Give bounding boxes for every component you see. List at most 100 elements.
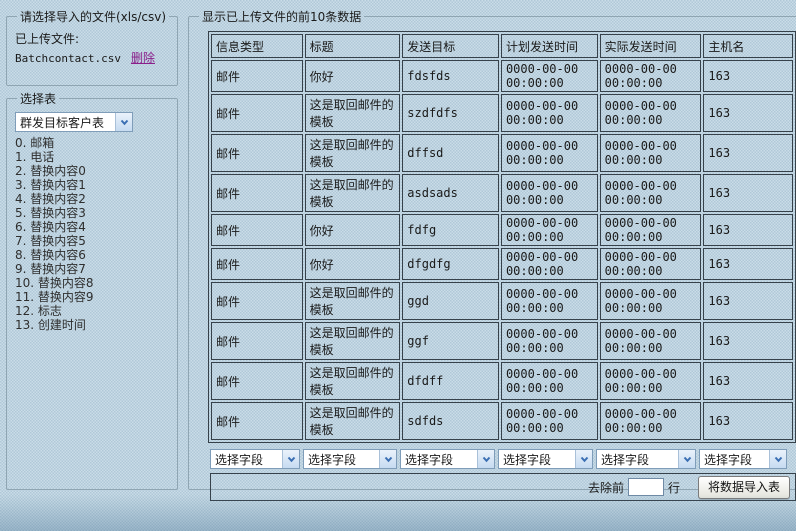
cell-host: 163 xyxy=(703,402,793,440)
cell-planned: 0000-00-00 00:00:00 xyxy=(501,134,598,172)
cell-actual: 0000-00-00 00:00:00 xyxy=(600,134,702,172)
column-header: 发送目标 xyxy=(402,34,499,58)
cell-host: 163 xyxy=(703,94,793,132)
cell-target: dffsd xyxy=(402,134,499,172)
table-row: 邮件这是取回邮件的模板asdsads0000-00-00 00:00:00000… xyxy=(211,174,793,212)
cell-target: szdfdfs xyxy=(402,94,499,132)
cell-planned: 0000-00-00 00:00:00 xyxy=(501,282,598,320)
cell-host: 163 xyxy=(703,322,793,360)
file-upload-fieldset: 请选择导入的文件(xls/csv) 已上传文件: Batchcontact.cs… xyxy=(6,8,178,86)
cell-target: ggf xyxy=(402,322,499,360)
cell-type: 邮件 xyxy=(211,362,303,400)
cell-target: fdsfds xyxy=(402,60,499,92)
remove-rows-input[interactable] xyxy=(628,478,664,496)
field-select-value: 选择字段 xyxy=(704,451,752,468)
cell-actual: 0000-00-00 00:00:00 xyxy=(600,402,702,440)
field-list-item: 5. 替换内容3 xyxy=(15,206,171,220)
table-row: 邮件这是取回邮件的模板dfdff0000-00-00 00:00:000000-… xyxy=(211,362,793,400)
cell-title: 你好 xyxy=(305,214,401,246)
cell-host: 163 xyxy=(703,248,793,280)
import-data-button[interactable]: 将数据导入表 xyxy=(698,476,790,499)
chevron-down-icon xyxy=(575,450,592,468)
table-row: 邮件你好fdsfds0000-00-00 00:00:000000-00-00 … xyxy=(211,60,793,92)
uploaded-file-name: Batchcontact.csv xyxy=(15,52,121,65)
cell-actual: 0000-00-00 00:00:00 xyxy=(600,94,702,132)
field-list-item: 13. 创建时间 xyxy=(15,318,171,332)
field-select[interactable]: 选择字段 xyxy=(596,449,696,469)
field-select-value: 选择字段 xyxy=(215,451,263,468)
cell-title: 这是取回邮件的模板 xyxy=(305,134,401,172)
cell-title: 这是取回邮件的模板 xyxy=(305,282,401,320)
cell-actual: 0000-00-00 00:00:00 xyxy=(600,214,702,246)
target-table-select[interactable]: 群发目标客户表 xyxy=(15,112,133,132)
cell-title: 你好 xyxy=(305,60,401,92)
field-select[interactable]: 选择字段 xyxy=(400,449,495,469)
field-select[interactable]: 选择字段 xyxy=(498,449,593,469)
preview-table: 信息类型标题发送目标计划发送时间实际发送时间主机名 邮件你好fdsfds0000… xyxy=(208,31,796,443)
remove-rows-label-prefix: 去除前 xyxy=(588,479,624,496)
field-list-item: 7. 替换内容5 xyxy=(15,234,171,248)
cell-planned: 0000-00-00 00:00:00 xyxy=(501,214,598,246)
cell-host: 163 xyxy=(703,60,793,92)
cell-title: 这是取回邮件的模板 xyxy=(305,174,401,212)
table-header-row: 信息类型标题发送目标计划发送时间实际发送时间主机名 xyxy=(211,34,793,58)
file-fieldset-legend: 请选择导入的文件(xls/csv) xyxy=(17,8,169,25)
cell-planned: 0000-00-00 00:00:00 xyxy=(501,248,598,280)
table-fieldset-legend: 选择表 xyxy=(17,90,59,107)
cell-actual: 0000-00-00 00:00:00 xyxy=(600,248,702,280)
table-row: 邮件这是取回邮件的模板ggd0000-00-00 00:00:000000-00… xyxy=(211,282,793,320)
target-table-select-value: 群发目标客户表 xyxy=(20,114,104,131)
field-list-item: 1. 电话 xyxy=(15,150,171,164)
cell-planned: 0000-00-00 00:00:00 xyxy=(501,94,598,132)
column-header: 信息类型 xyxy=(211,34,303,58)
table-row: 邮件你好dfgdfg0000-00-00 00:00:000000-00-00 … xyxy=(211,248,793,280)
field-select[interactable]: 选择字段 xyxy=(210,449,300,469)
cell-title: 这是取回邮件的模板 xyxy=(305,362,401,400)
field-list-item: 11. 替换内容9 xyxy=(15,290,171,304)
chevron-down-icon xyxy=(477,450,494,468)
field-list-item: 0. 邮箱 xyxy=(15,136,171,150)
field-index-list: 0. 邮箱1. 电话2. 替换内容03. 替换内容14. 替换内容25. 替换内… xyxy=(15,136,171,332)
field-list-item: 3. 替换内容1 xyxy=(15,178,171,192)
chevron-down-icon xyxy=(115,113,132,131)
cell-target: asdsads xyxy=(402,174,499,212)
cell-actual: 0000-00-00 00:00:00 xyxy=(600,362,702,400)
uploaded-file-label: 已上传文件: xyxy=(15,31,171,47)
preview-fieldset-legend: 显示已上传文件的前10条数据 xyxy=(199,8,364,25)
field-list-item: 9. 替换内容7 xyxy=(15,262,171,276)
field-select-value: 选择字段 xyxy=(405,451,453,468)
cell-type: 邮件 xyxy=(211,402,303,440)
table-row: 邮件这是取回邮件的模板sdfds0000-00-00 00:00:000000-… xyxy=(211,402,793,440)
cell-host: 163 xyxy=(703,214,793,246)
cell-actual: 0000-00-00 00:00:00 xyxy=(600,174,702,212)
column-header: 主机名 xyxy=(703,34,793,58)
field-select[interactable]: 选择字段 xyxy=(699,449,787,469)
remove-rows-label-suffix: 行 xyxy=(668,479,680,496)
delete-file-link[interactable]: 删除 xyxy=(131,51,155,65)
field-list-item: 6. 替换内容4 xyxy=(15,220,171,234)
cell-host: 163 xyxy=(703,282,793,320)
cell-host: 163 xyxy=(703,174,793,212)
cell-target: dfgdfg xyxy=(402,248,499,280)
column-header: 实际发送时间 xyxy=(600,34,702,58)
field-select[interactable]: 选择字段 xyxy=(303,449,397,469)
cell-planned: 0000-00-00 00:00:00 xyxy=(501,174,598,212)
table-row: 邮件这是取回邮件的模板ggf0000-00-00 00:00:000000-00… xyxy=(211,322,793,360)
cell-target: ggd xyxy=(402,282,499,320)
cell-title: 这是取回邮件的模板 xyxy=(305,94,401,132)
cell-type: 邮件 xyxy=(211,214,303,246)
table-row: 邮件这是取回邮件的模板szdfdfs0000-00-00 00:00:00000… xyxy=(211,94,793,132)
cell-title: 这是取回邮件的模板 xyxy=(305,402,401,440)
table-row: 邮件这是取回邮件的模板dffsd0000-00-00 00:00:000000-… xyxy=(211,134,793,172)
field-select-value: 选择字段 xyxy=(601,451,649,468)
field-mapping-row: 选择字段选择字段选择字段选择字段选择字段选择字段 xyxy=(210,449,796,469)
field-list-item: 8. 替换内容6 xyxy=(15,248,171,262)
cell-host: 163 xyxy=(703,134,793,172)
chevron-down-icon xyxy=(379,450,396,468)
cell-target: dfdff xyxy=(402,362,499,400)
cell-actual: 0000-00-00 00:00:00 xyxy=(600,282,702,320)
field-list-item: 10. 替换内容8 xyxy=(15,276,171,290)
field-list-item: 12. 标志 xyxy=(15,304,171,318)
chevron-down-icon xyxy=(678,450,695,468)
cell-planned: 0000-00-00 00:00:00 xyxy=(501,362,598,400)
